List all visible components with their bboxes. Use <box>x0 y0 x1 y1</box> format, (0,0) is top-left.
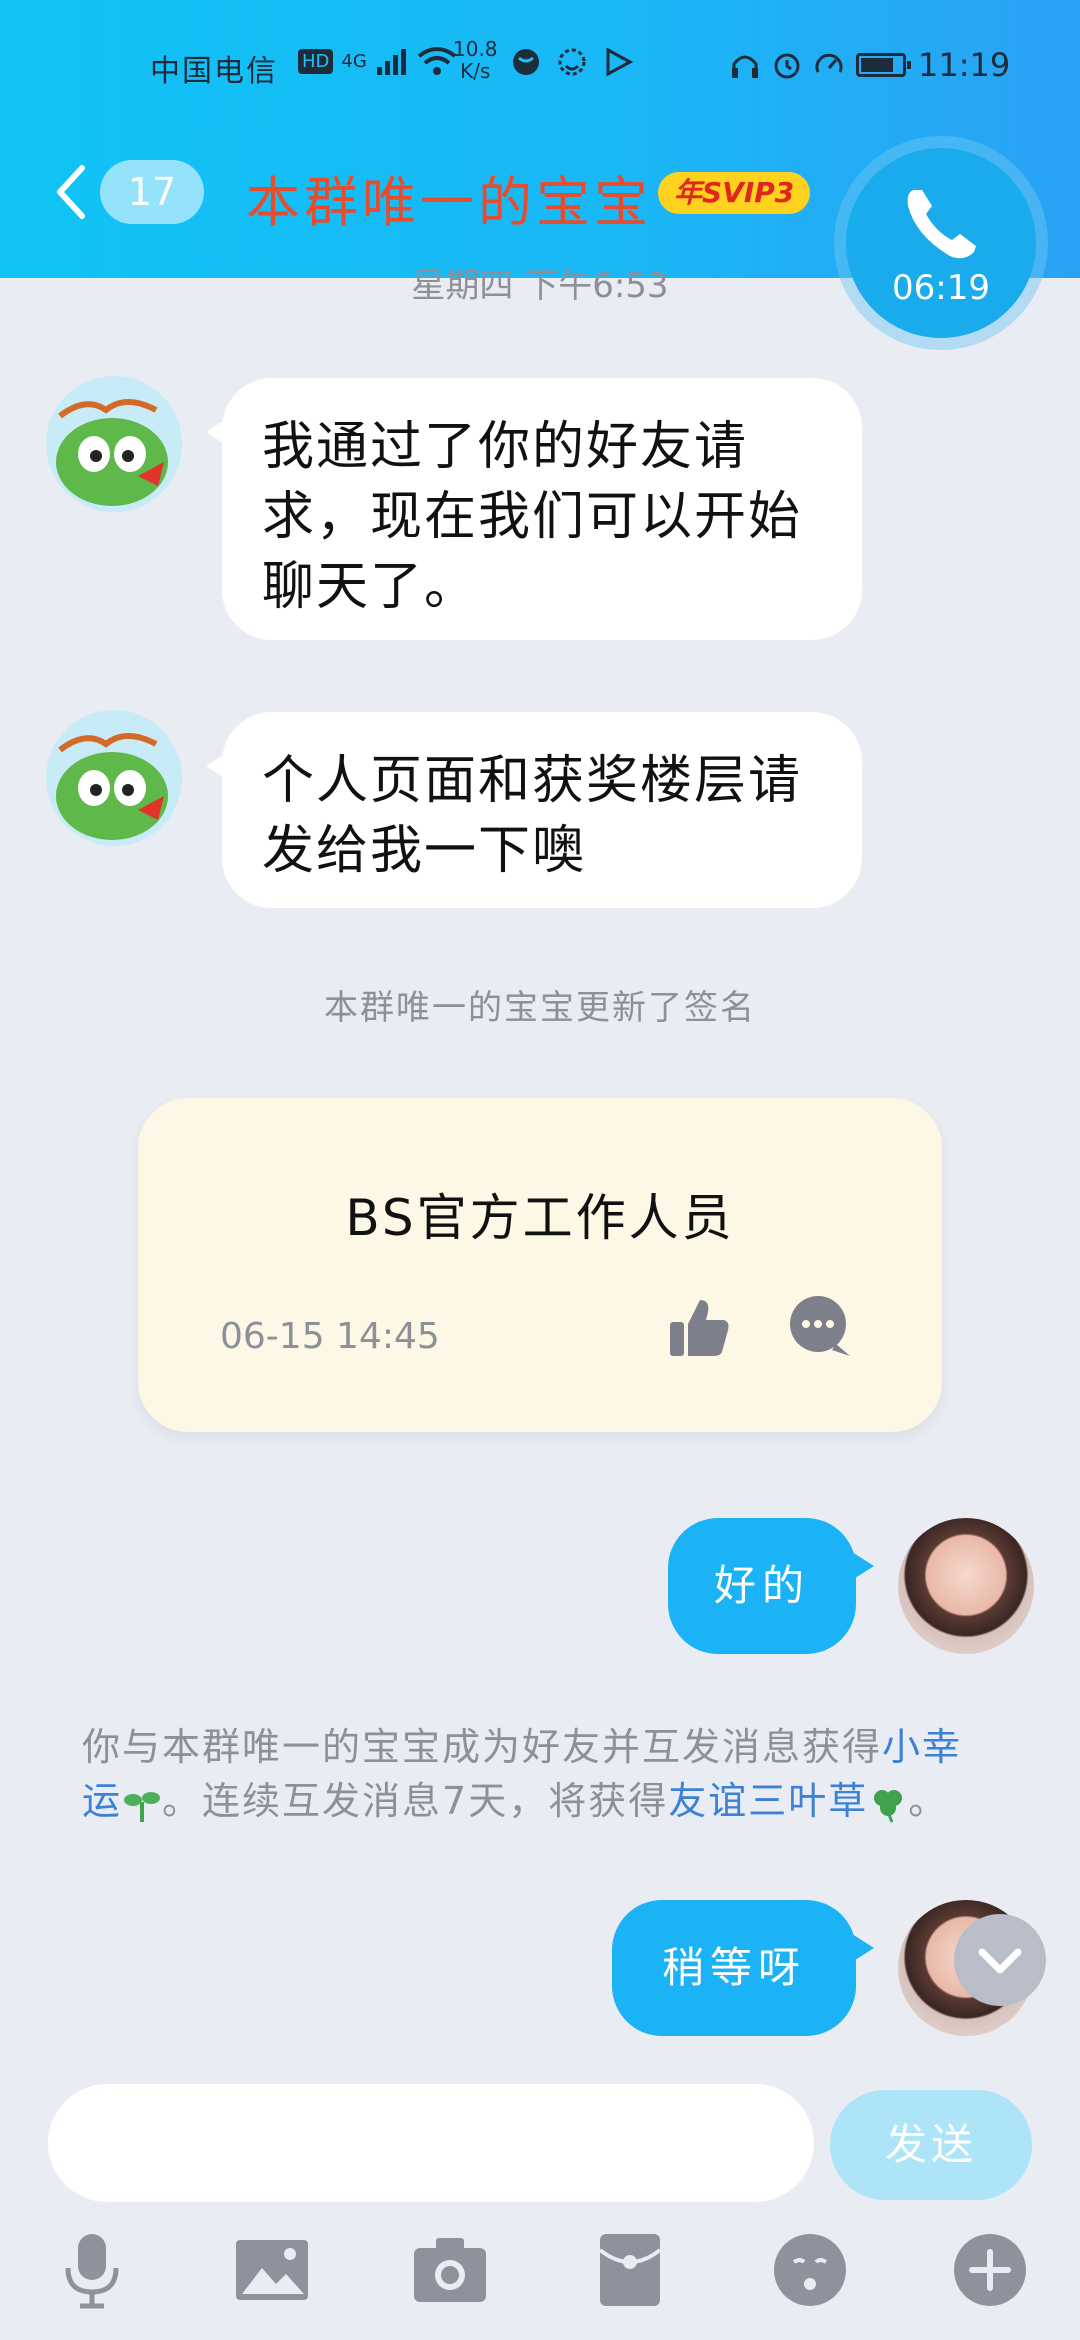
signature-card[interactable]: BS官方工作人员 06-15 14:45 <box>138 1098 942 1432</box>
emoji-icon[interactable] <box>770 2230 850 2310</box>
image-icon[interactable] <box>232 2230 312 2310</box>
alarm-icon <box>774 53 800 79</box>
sent-message-bubble[interactable]: 稍等呀 <box>612 1900 874 2036</box>
system-notice: 本群唯一的宝宝更新了签名 <box>324 988 756 1028</box>
status-time: 11:19 <box>918 46 1011 84</box>
received-message-bubble[interactable]: 我通过了你的好友请求，现在我们可以开始聊天了。 <box>206 378 862 640</box>
thumbs-up-icon[interactable] <box>666 1294 732 1360</box>
microphone-icon[interactable] <box>52 2230 132 2310</box>
unread-count-badge[interactable]: 17 <box>100 160 204 224</box>
send-button[interactable]: 发送 <box>830 2090 1032 2200</box>
network-speed: 10.8 K/s <box>453 38 498 82</box>
comment-icon[interactable] <box>786 1292 854 1360</box>
carrier-label: 中国电信 <box>150 54 278 89</box>
received-message-bubble[interactable]: 个人页面和获奖楼层请发给我一下噢 <box>206 712 862 908</box>
speed-gauge-icon <box>815 53 843 73</box>
ongoing-call-button[interactable]: 06:19 <box>846 148 1036 338</box>
wifi-icon <box>417 47 457 75</box>
phone-icon <box>907 190 976 259</box>
clover-link[interactable]: 友谊三叶草 <box>668 1779 868 1823</box>
red-packet-icon[interactable] <box>590 2230 670 2310</box>
battery-icon <box>856 53 911 77</box>
friendship-tip: 你与本群唯一的宝宝成为好友并互发消息获得小幸运 。连续互发消息7天，将获得友谊三叶… <box>82 1720 1002 1828</box>
frog-avatar-image <box>46 710 182 846</box>
network-speed-unit: K/s <box>460 59 491 83</box>
input-toolbar <box>0 2230 1080 2320</box>
vip-badge[interactable]: 年SVIP3 <box>658 172 811 214</box>
signal-icon <box>376 49 406 75</box>
friendship-tip-text: 。连续互发消息7天，将获得 <box>162 1779 669 1823</box>
app-notification-icons <box>510 46 634 78</box>
camera-icon[interactable] <box>410 2230 490 2310</box>
plus-icon[interactable] <box>950 2230 1030 2310</box>
hd-badge: HD <box>298 48 334 74</box>
sent-message-bubble[interactable]: 好的 <box>668 1518 874 1654</box>
message-timestamp: 星期四 下午6:53 <box>411 266 669 306</box>
headphones-icon <box>732 55 758 78</box>
chat-title[interactable]: 本群唯一的宝宝 <box>246 158 652 237</box>
globe-icon <box>513 49 539 75</box>
status-right: 11:19 <box>730 46 1010 84</box>
play-icon <box>606 47 634 77</box>
contact-avatar[interactable] <box>46 710 182 846</box>
status-bar: 中国电信 HD 4G 10.8 K/s 11:19 <box>0 38 1080 98</box>
network-type: 4G <box>341 50 367 72</box>
signature-time: 06-15 14:45 <box>220 1316 440 1357</box>
back-arrow-icon[interactable] <box>50 162 90 222</box>
chevron-down-icon <box>978 1948 1022 1974</box>
headset-app-icon <box>558 48 586 76</box>
friendship-tip-text: 。 <box>908 1779 949 1823</box>
signal-indicators: HD 4G <box>298 46 457 76</box>
signature-text: BS官方工作人员 <box>345 1189 735 1247</box>
friendship-tip-text: 你与本群唯一的宝宝成为好友并互发消息获得 <box>82 1725 883 1769</box>
network-speed-value: 10.8 <box>453 37 498 61</box>
frog-avatar-image <box>46 376 182 512</box>
sprout-icon <box>124 1791 161 1822</box>
scroll-to-bottom-button[interactable] <box>954 1914 1046 2006</box>
my-avatar[interactable] <box>898 1518 1034 1654</box>
clover-icon <box>874 1789 903 1823</box>
contact-avatar[interactable] <box>46 376 182 512</box>
message-input[interactable] <box>48 2084 814 2202</box>
